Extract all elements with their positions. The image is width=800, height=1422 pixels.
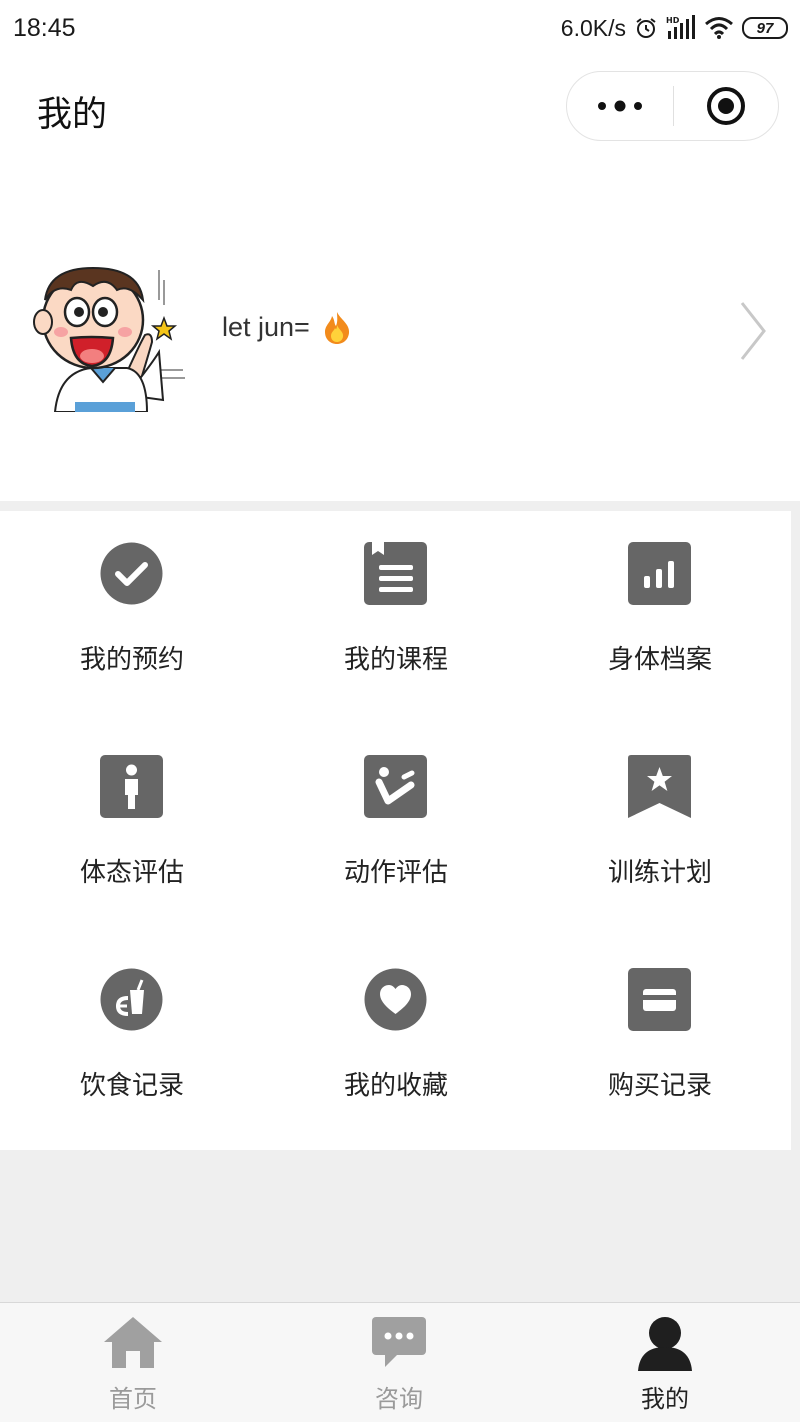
chat-icon [372,1317,426,1367]
grid-label: 购买记录 [607,1071,712,1101]
tab-label: 我的 [641,1385,689,1413]
more-button[interactable] [567,72,673,140]
svg-text:HD: HD [666,16,680,25]
bar-chart-icon [628,542,691,605]
grid-label: 我的收藏 [343,1071,448,1101]
hd-signal-icon: HD [666,15,696,41]
alarm-icon [634,16,658,40]
page-title: 我的 [37,95,108,135]
grid-label: 动作评估 [343,858,448,888]
bookmark-star-icon [628,755,691,818]
grid-item-training-plan[interactable]: 训练计划 [528,724,792,937]
grid-label: 饮食记录 [79,1071,184,1101]
network-speed: 6.0K/s [560,14,626,41]
tab-label: 首页 [109,1385,157,1413]
tab-consult[interactable]: 咨询 [266,1303,532,1422]
grid-item-motion-assessment[interactable]: 动作评估 [264,724,528,937]
tab-home[interactable]: 首页 [0,1303,266,1422]
mini-program-capsule [566,71,779,141]
grid-item-appointments[interactable]: 我的预约 [0,511,264,724]
screen: 18:45 6.0K/s HD 97 我的 let jun= 我的预约 我的课程… [0,0,800,1422]
wifi-icon [704,16,734,40]
close-button[interactable] [674,72,778,140]
home-icon [104,1317,162,1368]
avatar [33,266,185,412]
profile-card[interactable]: let jun= [0,160,800,501]
grid-label: 训练计划 [607,858,712,888]
close-target-icon [707,87,745,125]
status-time: 18:45 [13,13,76,42]
grid-item-diet-record[interactable]: 饮食记录 [0,937,264,1150]
card-icon [628,968,691,1031]
fire-icon [325,312,350,344]
function-grid: 我的预约 我的课程 身体档案 体态评估 动作评估 训练计划 饮食记录 我的收藏 … [0,511,791,1150]
check-circle-icon [100,542,163,605]
grid-item-body-profile[interactable]: 身体档案 [528,511,792,724]
status-indicators: 6.0K/s HD 97 [561,15,788,42]
user-icon [638,1317,692,1371]
grid-label: 身体档案 [607,645,712,675]
grid-label: 我的预约 [79,645,184,675]
motion-icon [364,755,427,818]
tab-mine[interactable]: 我的 [532,1303,798,1422]
tab-bar: 首页 咨询 我的 [0,1302,800,1422]
notebook-icon [364,542,427,605]
grid-item-favorites[interactable]: 我的收藏 [264,937,528,1150]
username: let jun= [222,312,310,342]
heart-circle-icon [364,968,427,1031]
tab-label: 咨询 [375,1385,423,1413]
nav-bar: 我的 [0,56,800,160]
status-bar: 18:45 6.0K/s HD 97 [0,0,800,56]
person-icon [100,755,163,818]
grid-item-courses[interactable]: 我的课程 [264,511,528,724]
grid-item-purchase-history[interactable]: 购买记录 [528,937,792,1150]
more-dots-icon [598,100,642,112]
grid-label: 体态评估 [79,858,184,888]
grid-item-posture-assessment[interactable]: 体态评估 [0,724,264,937]
food-drink-icon [100,968,163,1031]
grid-label: 我的课程 [343,645,448,675]
battery-icon: 97 [742,17,788,39]
chevron-right-icon[interactable] [738,300,768,362]
